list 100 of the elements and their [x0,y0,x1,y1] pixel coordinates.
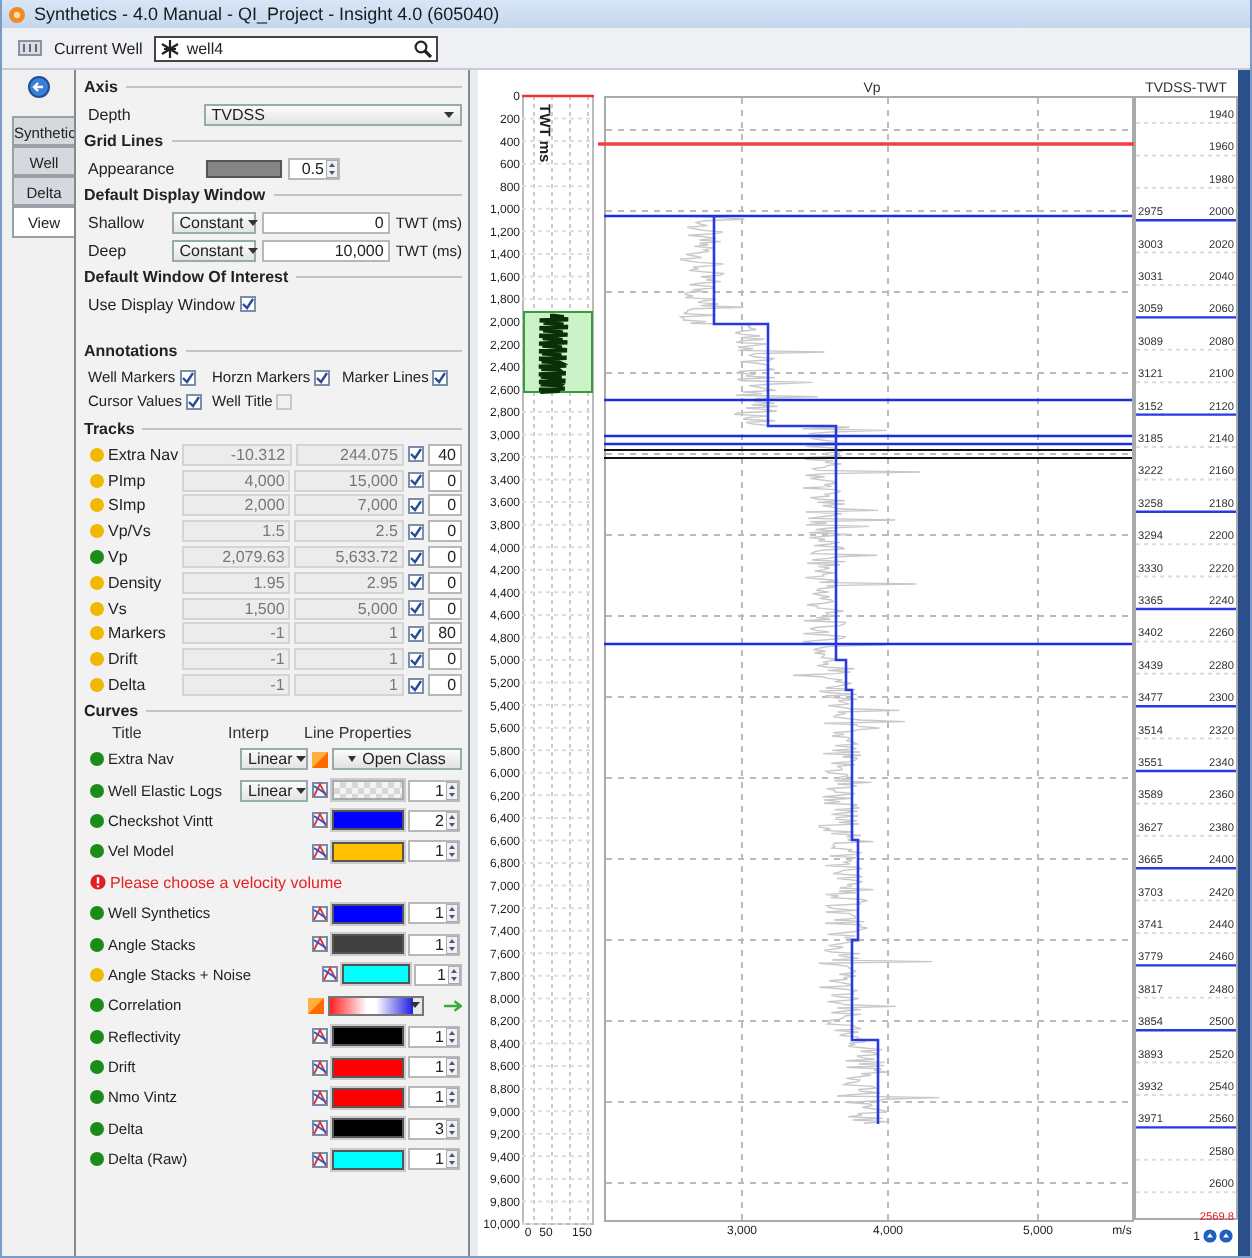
spin-icon[interactable] [446,904,458,923]
max-field[interactable]: 2.5 [294,520,404,543]
line-style-icon[interactable] [322,966,339,983]
spin-icon[interactable] [446,811,458,830]
checkbox[interactable] [407,523,424,540]
spin-icon[interactable] [446,1150,458,1169]
spin-field[interactable]: 1 [408,840,460,863]
line-style-icon[interactable] [312,1059,328,1076]
checkbox[interactable] [407,651,424,668]
number-field[interactable]: 10,000 [261,239,390,261]
line-style-icon[interactable] [312,812,328,829]
pattern-swatch[interactable] [332,780,404,801]
width-field[interactable]: 0 [427,494,463,517]
checkbox[interactable] [432,369,449,385]
search-icon[interactable] [414,39,433,57]
width-field[interactable]: 0 [427,571,463,594]
dropdown[interactable]: Linear [240,779,308,802]
spin-field[interactable]: 1 [408,1056,460,1079]
width-field[interactable]: 80 [427,622,463,645]
color-swatch[interactable] [342,964,410,985]
checkbox[interactable] [179,369,196,385]
line-style-icon[interactable] [312,843,328,860]
line-style-icon[interactable] [312,1089,328,1106]
max-field[interactable]: 1 [294,648,404,671]
width-field[interactable]: 40 [427,443,462,466]
max-field[interactable]: 2.95 [294,571,404,594]
checkbox[interactable] [407,677,424,694]
checkbox[interactable] [240,296,257,312]
width-field[interactable]: 0 [427,674,463,697]
spin-field[interactable]: 0.5 [288,157,340,179]
line-style-icon[interactable] [312,1028,328,1045]
color-swatch[interactable] [332,1149,404,1170]
spin-icon[interactable] [446,781,458,800]
line-style-icon[interactable] [312,905,328,922]
well-panel-icon[interactable] [18,40,42,56]
color-swatch[interactable] [332,1026,404,1047]
well-field[interactable]: well4 [154,35,439,61]
class-color-icon[interactable] [312,751,328,768]
min-field[interactable]: -1 [181,674,291,697]
width-field[interactable]: 0 [427,520,463,543]
checkbox[interactable] [185,393,202,409]
max-field[interactable]: 1 [294,622,404,645]
width-field[interactable]: 0 [427,469,463,492]
line-style-icon[interactable] [312,782,328,799]
line-style-icon[interactable] [312,1151,328,1168]
circle-arrow-icon[interactable] [1203,1229,1217,1243]
line-style-icon[interactable] [312,936,328,952]
color-swatch[interactable] [332,934,404,954]
max-field[interactable]: 7,000 [294,494,404,517]
gradient-dropdown[interactable] [328,995,424,1016]
checkbox[interactable] [407,600,424,617]
width-field[interactable]: 0 [427,597,463,620]
circle-arrow-icon[interactable] [1219,1229,1233,1243]
color-swatch[interactable] [332,1057,404,1078]
width-field[interactable]: 0 [427,648,463,671]
line-style-icon[interactable] [312,1120,328,1137]
spin-field[interactable]: 1 [413,963,462,986]
checkbox[interactable] [407,497,424,514]
spin-field[interactable]: 1 [408,933,460,955]
color-swatch[interactable] [206,159,282,177]
color-swatch[interactable] [332,1118,404,1139]
max-field[interactable]: 5,633.72 [294,546,404,569]
spin-field[interactable]: 1 [408,1086,460,1109]
min-field[interactable]: -10.312 [182,443,292,466]
max-field[interactable]: 15,000 [294,469,404,492]
spin-field[interactable]: 2 [408,809,460,832]
spin-icon[interactable] [326,159,338,177]
number-field[interactable]: 0 [261,211,390,233]
dropdown[interactable]: Constant [171,211,256,233]
min-field[interactable]: 1.95 [181,571,291,594]
color-swatch[interactable] [332,903,404,924]
back-icon[interactable] [27,76,49,98]
min-field[interactable]: 2,079.63 [181,546,291,569]
min-field[interactable]: 1,500 [181,597,291,620]
open-class-button[interactable]: Open Class [332,748,462,771]
min-field[interactable]: -1 [181,648,291,671]
class-color-icon[interactable] [308,997,325,1014]
color-swatch[interactable] [332,1087,404,1108]
color-swatch[interactable] [332,841,404,862]
max-field[interactable]: 5,000 [294,597,404,620]
width-field[interactable]: 0 [427,546,463,569]
spin-field[interactable]: 1 [408,1025,460,1048]
max-field[interactable]: 244.075 [295,443,404,466]
checkbox[interactable] [407,549,424,566]
spin-field[interactable]: 1 [408,902,460,925]
arrow-icon[interactable] [443,999,462,1012]
min-field[interactable]: -1 [181,622,291,645]
dropdown[interactable]: TVDSS [203,103,462,125]
min-field[interactable]: 1.5 [181,520,291,543]
min-field[interactable]: 4,000 [181,469,291,492]
dropdown[interactable]: Linear [240,748,308,771]
max-field[interactable]: 1 [294,674,404,697]
spin-field[interactable]: 1 [408,779,460,802]
spin-icon[interactable] [446,1027,458,1046]
checkbox[interactable] [314,369,331,385]
spin-icon[interactable] [446,1058,458,1077]
checkbox[interactable] [407,574,424,591]
spin-icon[interactable] [446,842,458,861]
color-swatch[interactable] [332,810,404,831]
spin-icon[interactable] [446,1088,458,1107]
